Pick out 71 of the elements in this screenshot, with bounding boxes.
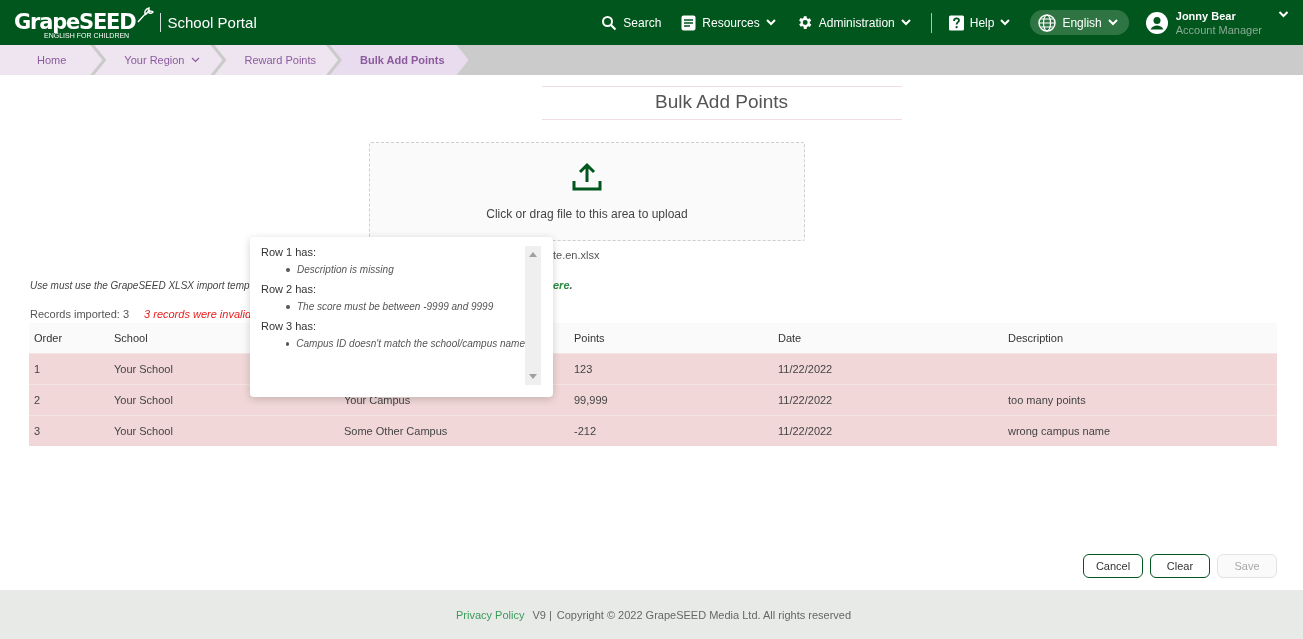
globe-icon [1038,13,1057,32]
action-button[interactable]: Cancel [1083,554,1143,578]
column-header: Date [778,332,802,344]
help-icon [948,14,964,31]
bullet-icon [286,267,290,272]
table-cell: -212 [574,425,597,437]
sprout-icon [135,6,154,23]
template-link[interactable]: ere [553,279,570,291]
document-icon [681,14,697,31]
table-cell: 11/22/2022 [778,363,833,375]
scroll-up-icon[interactable] [529,252,537,257]
table-cell: Your Campus [344,394,411,406]
table-cell: too many points [1008,394,1086,406]
chevron-down-icon [1107,19,1118,26]
nav-menu-item[interactable]: Search [601,14,662,31]
error-group-title: Row 1 has: [261,246,318,258]
search-icon [601,14,618,31]
table-cell: Your School [114,363,173,375]
column-header: Points [574,332,605,344]
portal-title: School Portal [159,13,257,32]
upload-icon [571,162,603,192]
column-header: Order [34,332,63,344]
breadcrumb-item[interactable]: Your Region [94,45,223,75]
error-message: Description is missing [297,264,394,275]
breadcrumb-item[interactable]: Reward Points [214,45,339,75]
error-message: The score must be between -9999 and 9999 [297,301,494,312]
instruction-text: . [569,279,573,291]
column-header: Description [1008,332,1064,344]
table-cell: Your School [114,394,173,406]
user-role: Account Manager [1175,22,1262,37]
user-avatar-icon [1145,11,1168,34]
nav-menu-item[interactable]: Administration [795,14,911,31]
table-cell: 123 [574,363,593,375]
scrollbar[interactable] [525,246,541,385]
chevron-down-icon [765,19,776,26]
breadcrumb-item[interactable]: Bulk Add Points [330,45,469,75]
chevron-down-icon [191,57,201,63]
bullet-icon [286,341,290,346]
chevron-down-icon[interactable] [1278,10,1289,18]
page-title: Bulk Add Points [541,86,902,120]
column-header: School [114,332,148,344]
copyright-text: Copyright © 2022 GrapeSEED Media Ltd. All rights reserved [556,608,852,621]
table-cell: 1 [34,363,41,375]
table-cell: Some Other Campus [344,425,448,437]
table-cell: 11/22/2022 [778,425,833,437]
table-cell: 2 [34,394,41,406]
nav-menu-item[interactable]: Resources [681,14,776,31]
language-selector[interactable]: English [1030,10,1129,35]
error-group-title: Row 3 has: [261,320,318,332]
table-cell: 3 [34,425,41,437]
table-cell: 11/22/2022 [778,394,833,406]
scroll-down-icon[interactable] [529,374,537,379]
user-name[interactable]: Jonny Bear [1175,8,1262,23]
table-cell: 99,999 [574,394,608,406]
action-button[interactable]: Clear [1150,554,1210,578]
chevron-down-icon [1000,19,1011,26]
breadcrumb-item[interactable]: Home [0,45,103,75]
table-cell: wrong campus name [1008,425,1111,437]
file-name: te.en.xlsx [553,249,600,261]
upload-dropzone[interactable]: Click or drag file to this area to upload [369,142,805,241]
error-group-title: Row 2 has: [261,283,318,295]
chevron-down-icon [900,19,911,26]
version-label: V9 | [532,608,552,621]
upload-instructions: Click or drag file to this area to upload [486,207,688,221]
logo-text[interactable]: GrapeSEED [14,9,136,34]
records-imported-count: Records imported: 3 [30,308,130,320]
instruction-text: Use must use the GrapeSEED XLSX import temp [30,279,250,291]
table-cell: Your School [114,425,173,437]
bullet-icon [286,304,290,309]
nav-menu-item[interactable]: Help [948,14,1011,31]
error-message: Campus ID doesn't match the school/campus name [296,338,525,349]
